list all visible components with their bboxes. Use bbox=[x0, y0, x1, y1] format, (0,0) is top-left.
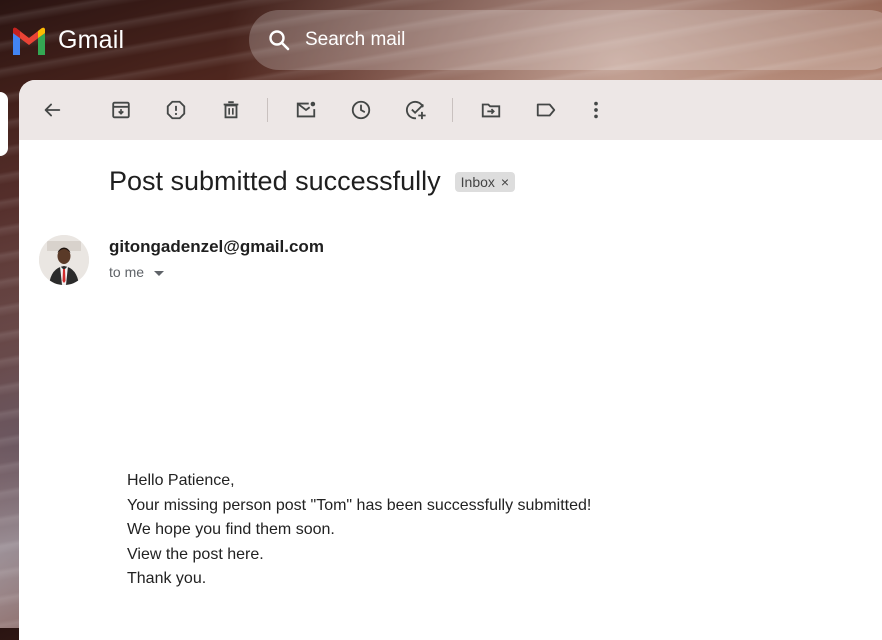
gmail-m-icon bbox=[13, 27, 45, 55]
delete-button[interactable] bbox=[215, 94, 247, 126]
add-to-tasks-button[interactable] bbox=[400, 94, 432, 126]
inbox-label-chip[interactable]: Inbox × bbox=[454, 171, 516, 192]
body-line: Thank you. bbox=[127, 570, 207, 587]
add-to-tasks-icon bbox=[405, 100, 426, 120]
body-line: View the post here. bbox=[127, 545, 264, 563]
move-to-button[interactable] bbox=[475, 94, 507, 126]
snooze-button[interactable] bbox=[345, 94, 377, 126]
label-button[interactable] bbox=[530, 94, 562, 126]
more-vert-icon bbox=[594, 101, 598, 119]
label-icon bbox=[536, 103, 556, 117]
move-to-icon bbox=[481, 103, 501, 118]
search-input[interactable] bbox=[303, 28, 727, 52]
top-header: Gmail bbox=[0, 0, 882, 80]
email-subject: Post submitted successfully bbox=[109, 166, 441, 196]
body-line: Hello Patience, bbox=[127, 472, 235, 489]
recipient-details[interactable]: to me bbox=[109, 264, 165, 280]
search-icon[interactable] bbox=[267, 28, 291, 52]
gmail-logo[interactable]: Gmail bbox=[10, 26, 124, 55]
report-spam-button[interactable] bbox=[160, 94, 192, 126]
archive-icon bbox=[112, 101, 130, 119]
chevron-down-icon[interactable] bbox=[154, 270, 165, 276]
sender-email[interactable]: gitongadenzel@gmail.com bbox=[109, 237, 324, 257]
more-options-button[interactable] bbox=[580, 94, 612, 126]
gmail-wordmark: Gmail bbox=[58, 26, 125, 54]
mark-unread-icon bbox=[296, 101, 316, 118]
side-panel-tab[interactable] bbox=[0, 92, 8, 156]
delete-icon bbox=[223, 101, 239, 119]
back-arrow-icon bbox=[44, 103, 61, 117]
snooze-icon bbox=[351, 100, 371, 120]
sender-avatar[interactable] bbox=[39, 235, 89, 285]
email-toolbar bbox=[19, 80, 882, 140]
subject-row: Post submitted successfully Inbox × bbox=[109, 166, 516, 197]
archive-button[interactable] bbox=[105, 94, 137, 126]
toolbar-divider bbox=[267, 98, 268, 122]
person-photo-icon bbox=[39, 235, 89, 285]
report-spam-icon bbox=[166, 100, 186, 120]
label-chip-text: Inbox bbox=[460, 173, 495, 190]
body-line: We hope you find them soon. bbox=[127, 521, 335, 538]
email-view-panel: Post submitted successfully Inbox × gito… bbox=[19, 80, 882, 640]
toolbar-divider bbox=[452, 98, 453, 122]
search-bar[interactable] bbox=[249, 10, 882, 70]
back-button[interactable] bbox=[36, 94, 68, 126]
email-body: Hello Patience, Your missing person post… bbox=[127, 469, 591, 592]
remove-label-button[interactable]: × bbox=[501, 174, 509, 190]
body-line: Your missing person post "Tom" has been … bbox=[127, 496, 592, 514]
mark-unread-button[interactable] bbox=[290, 94, 322, 126]
recipient-label: to me bbox=[109, 264, 145, 280]
